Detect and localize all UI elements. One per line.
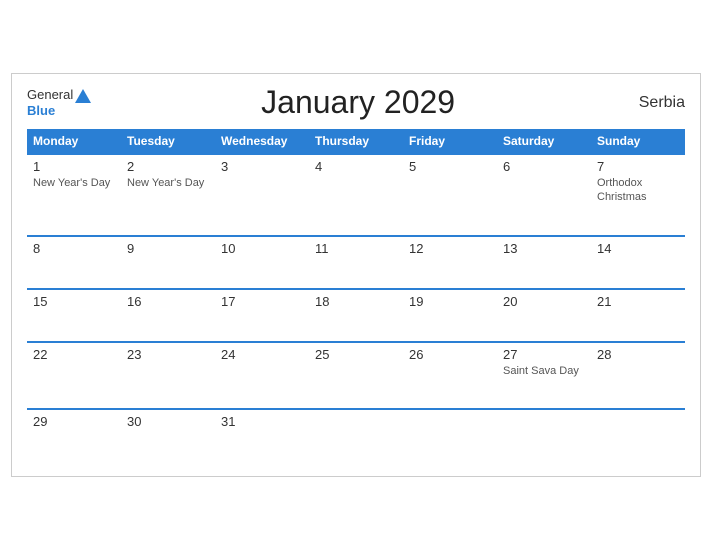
calendar-header: General Blue January 2029 Serbia [27,84,685,121]
day-number: 8 [33,241,115,256]
logo-blue-text: Blue [27,103,55,118]
table-row: 22 [27,342,121,409]
table-row: 16 [121,289,215,342]
table-row: 24 [215,342,309,409]
day-number: 11 [315,241,397,256]
day-number: 28 [597,347,679,362]
header-saturday: Saturday [497,129,591,154]
header-monday: Monday [27,129,121,154]
day-number: 27 [503,347,585,362]
table-row [403,409,497,461]
table-row: 25 [309,342,403,409]
holiday-name: New Year's Day [33,176,115,190]
table-row: 18 [309,289,403,342]
table-row: 30 [121,409,215,461]
calendar-week-row: 89 10 11 12 13 14 [27,236,685,289]
calendar-table: Monday Tuesday Wednesday Thursday Friday… [27,129,685,461]
table-row: 21 [591,289,685,342]
holiday-name: New Year's Day [127,176,209,190]
day-number: 15 [33,294,115,309]
table-row: 10 [215,236,309,289]
table-row: 26 [403,342,497,409]
day-number: 23 [127,347,209,362]
calendar-week-row: 22 23 24 25 26 27 Saint Sava Day 28 [27,342,685,409]
calendar-week-row: 1 New Year's Day 2 New Year's Day 34567 Ortho… [27,154,685,236]
header-sunday: Sunday [591,129,685,154]
table-row: 12 [403,236,497,289]
day-number: 9 [127,241,209,256]
day-number: 4 [315,159,397,174]
table-row: 14 [591,236,685,289]
table-row: 29 [27,409,121,461]
holiday-name: Orthodox Christmas [597,176,679,205]
header-friday: Friday [403,129,497,154]
day-number: 31 [221,414,303,429]
day-number: 20 [503,294,585,309]
day-number: 1 [33,159,115,174]
table-row: 8 [27,236,121,289]
day-number: 19 [409,294,491,309]
table-row: 28 [591,342,685,409]
holiday-name: Saint Sava Day [503,364,585,378]
calendar-container: General Blue January 2029 Serbia Monday … [11,73,701,477]
day-number: 7 [597,159,679,174]
day-number: 14 [597,241,679,256]
day-number: 26 [409,347,491,362]
calendar-title: January 2029 [91,84,625,121]
logo: General Blue [27,87,91,118]
calendar-week-row: 15 16 17 18 19 20 21 [27,289,685,342]
day-number: 21 [597,294,679,309]
day-number: 6 [503,159,585,174]
table-row: 17 [215,289,309,342]
day-number: 17 [221,294,303,309]
day-number: 13 [503,241,585,256]
table-row: 5 [403,154,497,236]
calendar-week-row: 29 30 31 [27,409,685,461]
day-number: 22 [33,347,115,362]
header-thursday: Thursday [309,129,403,154]
table-row: 3 [215,154,309,236]
table-row: 15 [27,289,121,342]
table-row: 20 [497,289,591,342]
day-number: 5 [409,159,491,174]
day-number: 3 [221,159,303,174]
day-number: 25 [315,347,397,362]
day-number: 29 [33,414,115,429]
table-row: 11 [309,236,403,289]
day-number: 24 [221,347,303,362]
header-wednesday: Wednesday [215,129,309,154]
logo-general-text: General [27,87,73,102]
table-row: 2 New Year's Day [121,154,215,236]
header-tuesday: Tuesday [121,129,215,154]
table-row: 23 [121,342,215,409]
day-number: 30 [127,414,209,429]
table-row: 9 [121,236,215,289]
day-number: 2 [127,159,209,174]
day-number: 12 [409,241,491,256]
day-number: 16 [127,294,209,309]
logo-triangle-icon [75,89,91,103]
table-row: 1 New Year's Day [27,154,121,236]
table-row: 7 Orthodox Christmas [591,154,685,236]
table-row [591,409,685,461]
day-number: 10 [221,241,303,256]
table-row: 4 [309,154,403,236]
weekday-header-row: Monday Tuesday Wednesday Thursday Friday… [27,129,685,154]
table-row: 31 [215,409,309,461]
table-row: 6 [497,154,591,236]
country-label: Serbia [625,94,685,112]
table-row: 13 [497,236,591,289]
table-row [497,409,591,461]
table-row [309,409,403,461]
table-row: 27 Saint Sava Day [497,342,591,409]
table-row: 19 [403,289,497,342]
day-number: 18 [315,294,397,309]
